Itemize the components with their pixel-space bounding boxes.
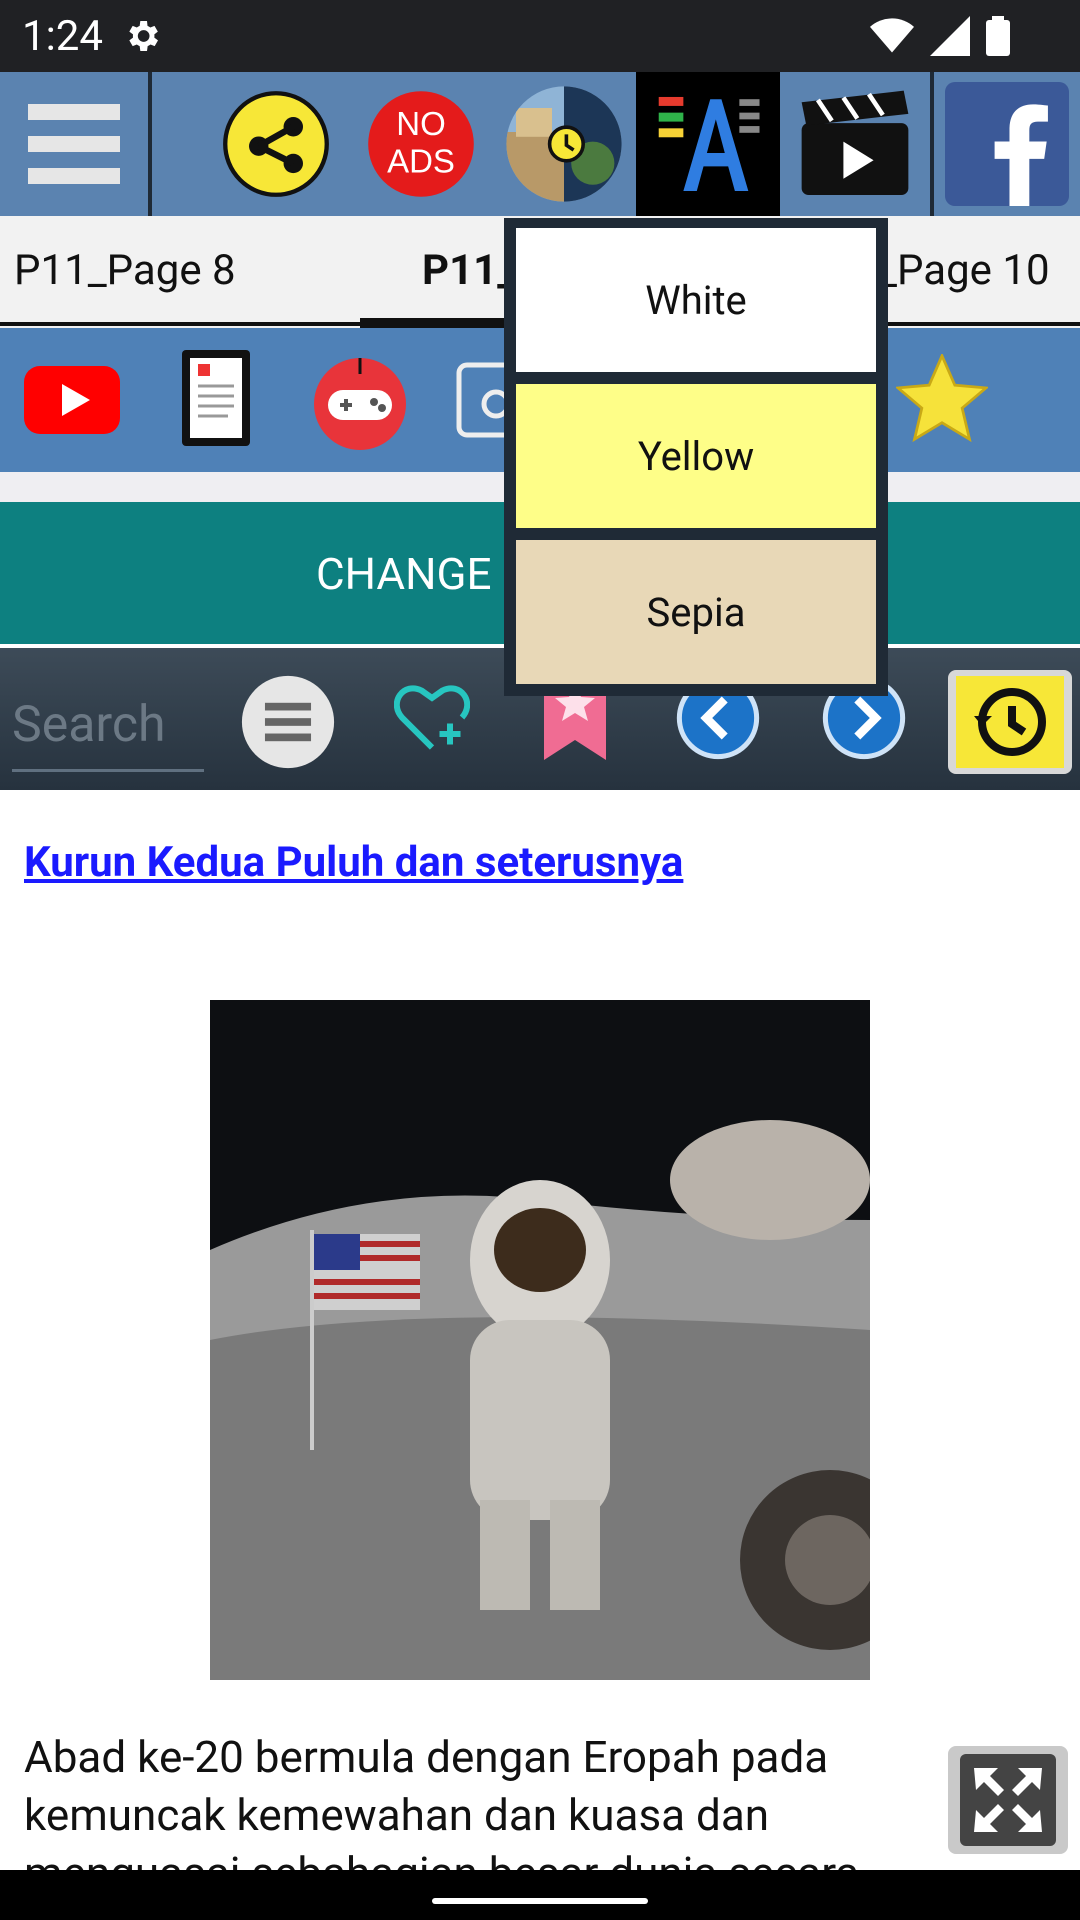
hamburger-icon [28, 104, 120, 184]
moon-landing-photo [210, 1000, 870, 1680]
facebook-button[interactable] [934, 72, 1080, 216]
fullscreen-button[interactable] [948, 1746, 1068, 1854]
add-favorite-heart-icon[interactable] [394, 680, 470, 752]
ebook-icon[interactable] [182, 350, 250, 446]
search-input[interactable]: Search [12, 688, 204, 772]
wifi-icon [870, 18, 914, 53]
facebook-icon [945, 82, 1069, 206]
recent-history-button[interactable] [948, 670, 1072, 774]
no-ads-button[interactable]: NO ADS [362, 72, 480, 216]
option-white-label: White [645, 276, 747, 324]
fullscreen-icon [960, 1754, 1056, 1846]
video-clapper-icon [801, 90, 909, 196]
tab-divider [0, 322, 360, 326]
battery-icon [986, 16, 1010, 56]
article-title-link[interactable]: Kurun Kedua Puluh dan seterusnya [24, 838, 683, 887]
history-clock-icon [956, 676, 1064, 768]
no-ads-label-2: ADS [387, 143, 455, 180]
video-button[interactable] [780, 72, 930, 216]
option-yellow[interactable]: Yellow [516, 384, 876, 528]
share-button[interactable] [216, 72, 336, 216]
game-controller-icon[interactable] [310, 350, 410, 450]
font-size-button[interactable] [636, 72, 780, 216]
article-image [210, 1000, 870, 1680]
menu-button[interactable] [0, 72, 148, 216]
tab-divider-right [860, 322, 1080, 326]
signal-icon [930, 16, 970, 56]
font-size-icon [658, 96, 760, 192]
option-white[interactable]: White [516, 228, 876, 372]
system-nav-bar [0, 1870, 1080, 1920]
option-sepia[interactable]: Sepia [516, 540, 876, 684]
home-gesture-pill[interactable] [432, 1898, 648, 1904]
no-ads-label-1: NO [396, 105, 446, 142]
share-icon [223, 91, 329, 197]
video-player-icon[interactable] [456, 362, 506, 438]
tab-page-9[interactable]: P11_ [422, 246, 516, 295]
change-theme-label: CHANGE [316, 548, 492, 600]
status-time: 1:24 [22, 12, 103, 61]
background-color-dropdown: White Yellow Sepia [504, 218, 888, 696]
youtube-icon[interactable] [24, 366, 120, 434]
tab-page-8[interactable]: P11_Page 8 [14, 246, 236, 295]
favorite-star-icon[interactable] [896, 354, 988, 442]
top-toolbar: NO ADS [0, 72, 1080, 216]
settings-gear-icon [129, 21, 158, 51]
world-history-icon [506, 86, 622, 202]
no-ads-icon: NO ADS [368, 91, 474, 197]
option-sepia-label: Sepia [646, 588, 746, 636]
tab-page-10[interactable]: _Page 10 [878, 246, 1050, 295]
history-world-button[interactable] [502, 72, 626, 216]
list-menu-icon[interactable] [240, 674, 336, 770]
status-bar: 1:24 [0, 0, 1080, 72]
option-yellow-label: Yellow [637, 432, 755, 480]
